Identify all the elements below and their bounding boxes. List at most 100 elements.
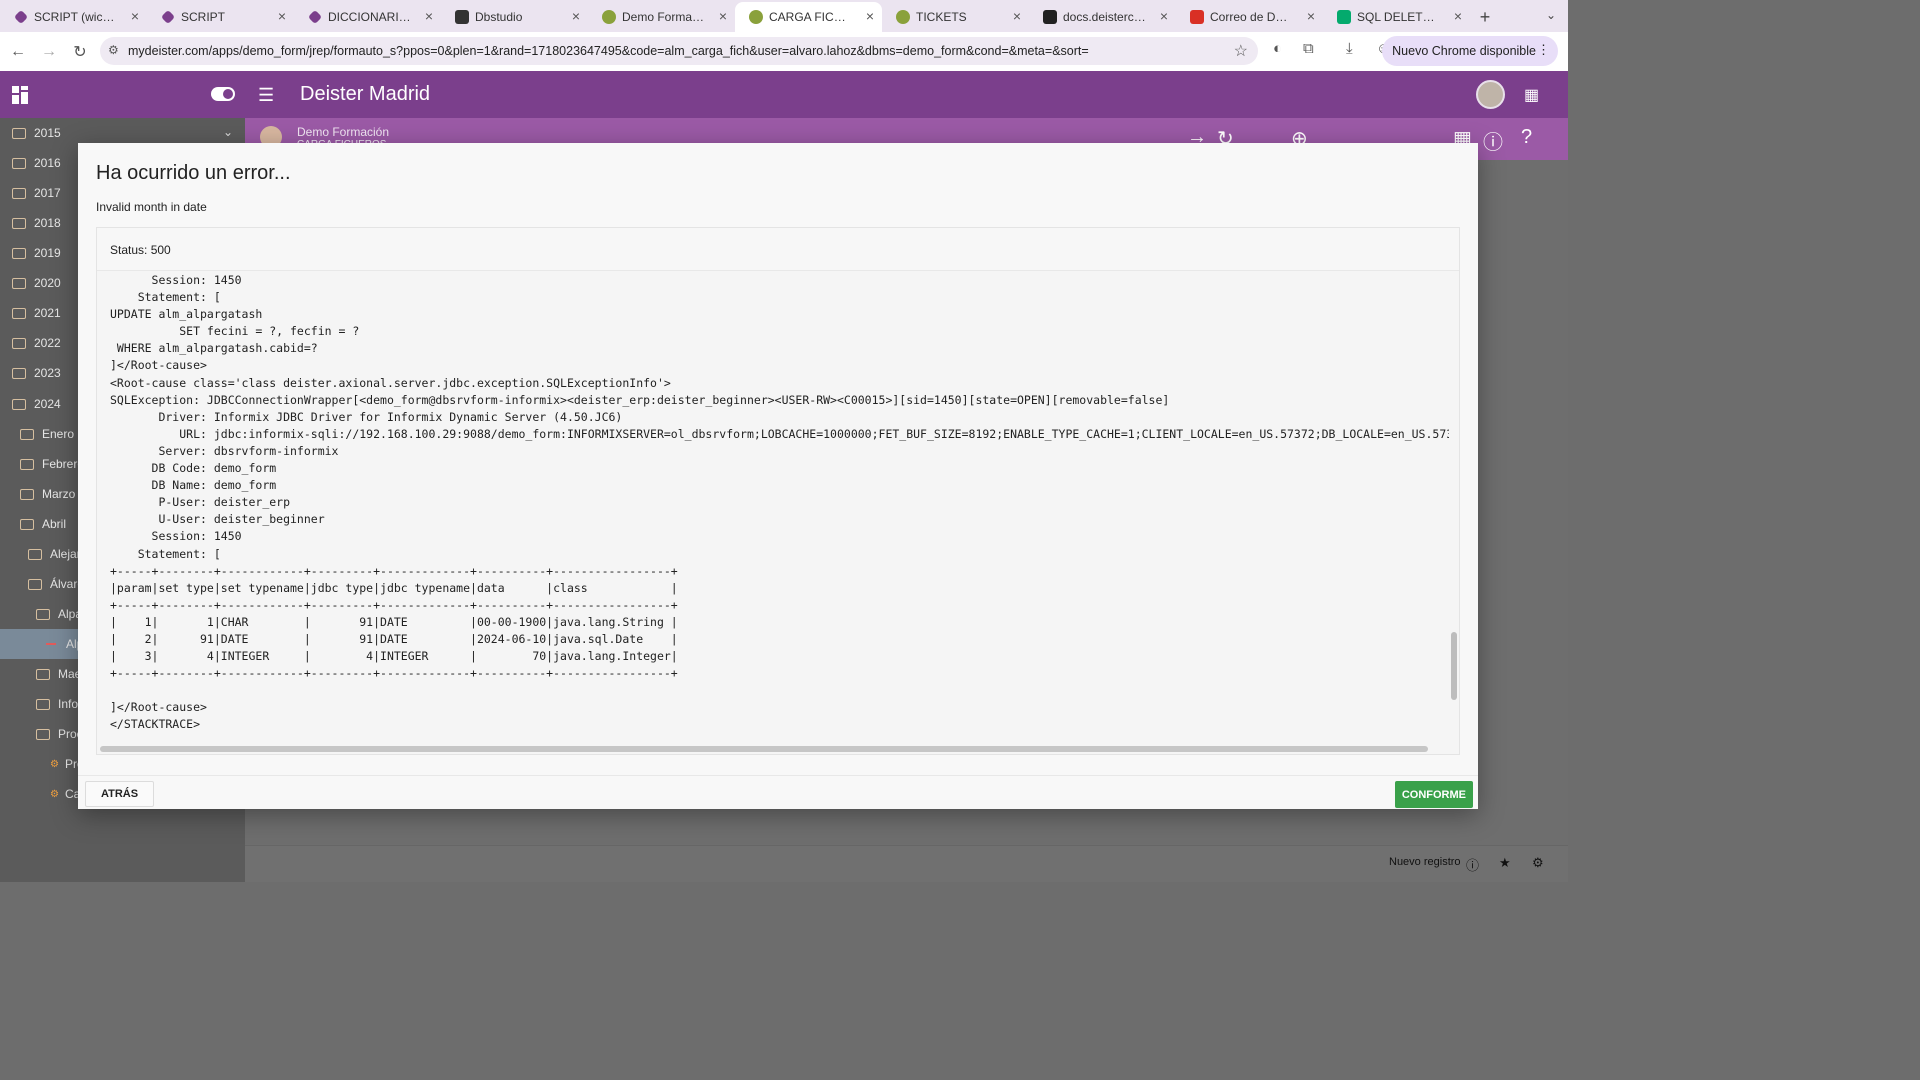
tab-favicon-icon — [602, 10, 616, 24]
database-icon — [455, 10, 469, 24]
close-tab-icon[interactable]: × — [278, 8, 286, 24]
gear-icon[interactable]: ⚙ — [1532, 855, 1544, 871]
folder-icon — [20, 428, 34, 440]
stacktrace-line: DB Name: demo_form — [110, 478, 277, 493]
site-settings-icon[interactable]: ⚙ — [108, 43, 119, 57]
folder-icon — [20, 458, 34, 470]
browser-tab[interactable]: docs.deistercloud.× — [1029, 2, 1176, 32]
stacktrace-line: DB Code: demo_form — [110, 461, 277, 476]
browser-tab-strip: SCRIPT (wic_form_× SCRIPT× DICCIONARIO D… — [0, 0, 1568, 32]
error-details-panel: Status: 500 Session: 1450 Statement: [ UP… — [96, 227, 1460, 755]
horizontal-scrollbar[interactable] — [100, 746, 1428, 752]
star-icon[interactable]: ★ — [1499, 855, 1511, 871]
browser-tab[interactable]: SCRIPT (wic_form_× — [0, 2, 147, 32]
stacktrace-line: Session: 1450 — [110, 529, 242, 544]
stacktrace-line: +-----+--------+------------+---------+-… — [110, 563, 678, 578]
stacktrace-line: ]</Root-cause> — [110, 358, 207, 373]
menu-dots-icon[interactable]: ⋮ — [1537, 42, 1550, 58]
status-code: Status: 500 — [97, 228, 1459, 271]
folder-icon — [36, 668, 50, 680]
sub-title: Demo Formación — [297, 125, 390, 139]
chevron-down-icon[interactable]: ⌄ — [223, 125, 233, 139]
error-dialog: Ha ocurrido un error... Invalid month in… — [78, 143, 1478, 809]
form-footer-bar: Nuevo registro ⓘ ★ ⚙ — [245, 845, 1568, 882]
close-tab-icon[interactable]: × — [866, 8, 874, 24]
tab-favicon-icon — [896, 10, 910, 24]
stacktrace-line: P-User: deister_erp — [110, 495, 291, 510]
stacktrace-line: UPDATE alm_alpargatash — [110, 307, 263, 322]
stacktrace-line: SET fecini = ?, fecfin = ? — [110, 324, 360, 339]
stacktrace-line: | 3| 4|INTEGER | 4|INTEGER | 70|java.lan… — [110, 649, 678, 664]
forward-arrow-icon[interactable]: → — [35, 38, 63, 66]
apps-grid-icon[interactable]: ▦ — [1524, 85, 1539, 105]
close-tab-icon[interactable]: × — [1013, 8, 1021, 24]
sidebar-toggle[interactable] — [211, 87, 235, 101]
browser-tab[interactable]: Demo Formación × — [588, 2, 735, 32]
folder-icon — [12, 247, 26, 259]
info-icon[interactable]: ⓘ — [1466, 855, 1479, 874]
stacktrace-line: | 2| 91|DATE | 91|DATE |2024-06-10|java.… — [110, 631, 678, 646]
close-tab-icon[interactable]: × — [1454, 8, 1462, 24]
browser-tab-active[interactable]: CARGA FICHEROS× — [735, 2, 882, 32]
close-tab-icon[interactable]: × — [425, 8, 433, 24]
stacktrace-line: Statement: [ — [110, 290, 221, 305]
tab-favicon-icon — [1043, 10, 1057, 24]
close-tab-icon[interactable]: × — [131, 8, 139, 24]
bookmark-star-icon[interactable]: ☆ — [1234, 41, 1248, 61]
stacktrace-line: SQLException: JDBCConnectionWrapper[<dem… — [110, 392, 1170, 407]
gmail-icon — [1190, 10, 1204, 24]
stacktrace-line: Driver: Informix JDBC Driver for Informi… — [110, 409, 623, 424]
reload-icon[interactable]: ↻ — [66, 38, 94, 66]
stacktrace-text[interactable]: Session: 1450 Statement: [ UPDATE alm_alp… — [97, 272, 1449, 746]
browser-tab[interactable]: SQL DELETE State× — [1323, 2, 1470, 32]
folder-open-icon — [20, 518, 34, 530]
error-message: Invalid month in date — [96, 200, 207, 214]
back-arrow-icon[interactable]: ← — [4, 38, 32, 66]
browser-tab[interactable]: SCRIPT × — [147, 2, 294, 32]
tab-favicon-icon — [749, 10, 763, 24]
stacktrace-line: URL: jdbc:informix-sqli://192.168.100.29… — [110, 426, 1449, 441]
stacktrace-line: <Root-cause class='class deister.axional… — [110, 375, 671, 390]
confirm-button[interactable]: CONFORME — [1394, 781, 1473, 808]
info-icon[interactable]: ⓘ — [1483, 126, 1503, 155]
close-tab-icon[interactable]: × — [719, 8, 727, 24]
app-header: ☰ Deister Madrid ▦ — [0, 71, 1568, 118]
stacktrace-line: |param|set type|set typename|jdbc type|j… — [110, 580, 678, 595]
hamburger-menu-icon[interactable]: ☰ — [258, 85, 274, 106]
folder-icon — [12, 337, 26, 349]
stacktrace-line: Server: dbsrvform-informix — [110, 443, 339, 458]
vertical-scrollbar[interactable] — [1451, 632, 1457, 700]
address-bar[interactable]: ⚙ mydeister.com/apps/demo_form/jrep/form… — [100, 37, 1258, 65]
process-icon: ⚙ — [50, 788, 59, 800]
dashboard-grid-icon[interactable] — [12, 86, 30, 104]
tab-favicon-icon — [307, 9, 323, 25]
close-tab-icon[interactable]: × — [1307, 8, 1315, 24]
chrome-update-button[interactable]: Nuevo Chrome disponible ⋮ — [1382, 36, 1558, 66]
folder-icon — [12, 127, 26, 139]
folder-icon — [12, 367, 26, 379]
process-icon: ⚙ — [50, 758, 59, 770]
browser-tab[interactable]: Dbstudio × — [441, 2, 588, 32]
folder-open-icon — [36, 728, 50, 740]
tab-favicon-icon — [1337, 10, 1351, 24]
close-tab-icon[interactable]: × — [1160, 8, 1168, 24]
tab-search-chevron-icon[interactable]: ⌄ — [1546, 8, 1556, 22]
puzzle-extensions-icon[interactable]: ⧉ — [1303, 40, 1314, 57]
new-tab-button[interactable]: + — [1470, 2, 1500, 32]
download-icon[interactable]: ⤓ — [1346, 40, 1353, 57]
browser-tab[interactable]: DICCIONARIO DE C× — [294, 2, 441, 32]
stacktrace-line: Session: 1450 — [110, 273, 242, 287]
back-button[interactable]: ATRÁS — [85, 781, 155, 807]
browser-tab[interactable]: TICKETS × — [882, 2, 1029, 32]
extension-icon[interactable]: ◐ — [1273, 40, 1282, 57]
close-tab-icon[interactable]: × — [572, 8, 580, 24]
help-icon[interactable]: ? — [1521, 126, 1532, 149]
avatar[interactable] — [1476, 80, 1505, 109]
stacktrace-line: +-----+--------+------------+---------+-… — [110, 597, 678, 612]
stacktrace-line: U-User: deister_beginner — [110, 512, 325, 527]
dialog-title: Ha ocurrido un error... — [96, 162, 291, 184]
browser-tab[interactable]: Correo de DEISTER× — [1176, 2, 1323, 32]
folder-open-icon — [28, 578, 42, 590]
folder-open-icon — [36, 608, 50, 620]
app-title: Deister Madrid — [300, 83, 431, 105]
